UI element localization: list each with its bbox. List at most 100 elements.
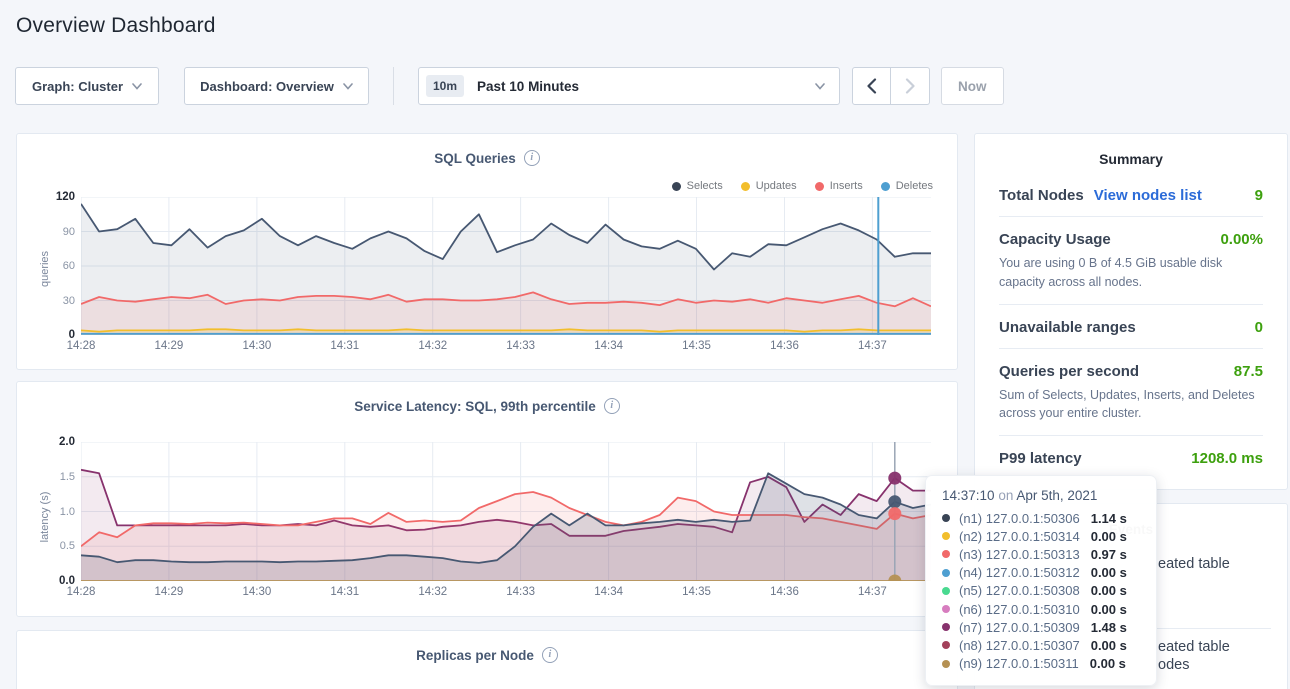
sql-queries-card: SQL Queries i Selects Updates Inserts Delet… (16, 133, 958, 370)
x-axis-tick: 14:29 (154, 586, 183, 598)
legend-dot (881, 182, 890, 191)
summary-value: 1208.0 ms (1191, 450, 1263, 467)
series-color-dot (942, 605, 950, 613)
time-nav-group (852, 67, 930, 105)
chart-tooltip: 14:37:10 on Apr 5th, 2021 (n1) 127.0.0.1… (925, 475, 1157, 686)
info-icon[interactable]: i (524, 150, 540, 166)
service-latency-chart[interactable] (81, 442, 931, 581)
page-title: Overview Dashboard (16, 14, 216, 38)
series-color-dot (942, 587, 950, 595)
tooltip-row: (n6) 127.0.0.1:503100.00 s (942, 600, 1142, 618)
sql-legend: Selects Updates Inserts Deletes (672, 180, 933, 192)
legend-dot (741, 182, 750, 191)
x-axis-tick: 14:34 (594, 340, 623, 352)
time-range-badge: 10m (426, 75, 464, 97)
series-color-dot (942, 623, 950, 631)
sql-queries-chart[interactable] (81, 197, 931, 335)
view-nodes-link[interactable]: View nodes list (1094, 187, 1202, 204)
sql-queries-title: SQL Queries (434, 151, 516, 166)
legend-dot (672, 182, 681, 191)
tooltip-row: (n2) 127.0.0.1:503140.00 s (942, 527, 1142, 545)
summary-title: Summary (975, 151, 1287, 167)
event-text-fragment: odes (1158, 657, 1189, 673)
tooltip-value: 0.97 s (1091, 547, 1127, 562)
x-axis-tick: 14:37 (858, 586, 887, 598)
x-axis-tick: 14:30 (242, 340, 271, 352)
dashboard-dropdown[interactable]: Dashboard: Overview (184, 67, 369, 105)
series-color-dot (942, 641, 950, 649)
overview-dashboard-page: Overview Dashboard Graph: Cluster Dashbo… (0, 0, 1290, 689)
x-axis-ticks: 14:2814:2914:3014:3114:3214:3314:3414:35… (81, 340, 931, 356)
y-axis-tick: 0.5 (60, 540, 75, 552)
x-axis-tick: 14:30 (242, 586, 271, 598)
tooltip-row: (n7) 127.0.0.1:503091.48 s (942, 618, 1142, 636)
event-text-fragment: eated table (1158, 556, 1230, 572)
legend-label: Inserts (830, 180, 863, 192)
y-axis-tick: 1.5 (60, 471, 75, 483)
x-axis-tick: 14:36 (770, 586, 799, 598)
legend-item-selects[interactable]: Selects (672, 180, 723, 192)
x-axis-tick: 14:28 (67, 586, 96, 598)
summary-label: Unavailable ranges (999, 319, 1136, 336)
tooltip-value: 0.00 s (1091, 602, 1127, 617)
service-latency-title-row: Service Latency: SQL, 99th percentile i (17, 398, 957, 414)
tooltip-rows: (n1) 127.0.0.1:503061.14 s(n2) 127.0.0.1… (942, 509, 1142, 673)
chevron-down-icon (343, 83, 353, 90)
tooltip-row: (n8) 127.0.0.1:503070.00 s (942, 636, 1142, 654)
event-text-fragment: eated table (1158, 639, 1230, 655)
summary-label: P99 latency (999, 450, 1082, 467)
summary-row: Queries per second87.5Sum of Selects, Up… (999, 348, 1263, 436)
chevron-down-icon (132, 83, 142, 90)
tooltip-time: 14:37:10 (942, 488, 995, 503)
series-color-dot (942, 660, 950, 668)
summary-panel: Summary Total NodesView nodes list9Capac… (974, 133, 1288, 490)
legend-item-inserts[interactable]: Inserts (815, 180, 863, 192)
y-axis-tick: 120 (56, 191, 75, 203)
time-prev-button[interactable] (852, 67, 891, 105)
info-icon[interactable]: i (542, 647, 558, 663)
y-axis-tick: 1.0 (60, 506, 75, 518)
summary-row: Unavailable ranges0 (999, 304, 1263, 348)
summary-value: 0.00% (1220, 231, 1263, 248)
summary-row: P99 latency 1208.0 ms (999, 435, 1263, 479)
x-axis-tick: 14:35 (682, 340, 711, 352)
tooltip-row: (n5) 127.0.0.1:503080.00 s (942, 582, 1142, 600)
tooltip-node: (n2) 127.0.0.1:50314 (959, 529, 1080, 544)
tooltip-row: (n1) 127.0.0.1:503061.14 s (942, 509, 1142, 527)
summary-value: 9 (1255, 187, 1263, 204)
info-icon[interactable]: i (604, 398, 620, 414)
tooltip-row: (n9) 127.0.0.1:50311 0.00 s (942, 655, 1142, 673)
now-button[interactable]: Now (941, 67, 1004, 105)
tooltip-value: 0.00 s (1090, 656, 1126, 671)
time-next-button[interactable] (891, 67, 930, 105)
x-axis-tick: 14:28 (67, 340, 96, 352)
legend-item-deletes[interactable]: Deletes (881, 180, 933, 192)
service-latency-title: Service Latency: SQL, 99th percentile (354, 399, 596, 414)
tooltip-row: (n3) 127.0.0.1:503130.97 s (942, 545, 1142, 563)
x-axis-tick: 14:31 (330, 340, 359, 352)
x-axis-tick: 14:32 (418, 340, 447, 352)
time-range-label: Past 10 Minutes (477, 79, 579, 94)
y-axis-tick: 2.0 (59, 436, 75, 448)
controls-divider (393, 67, 394, 105)
summary-value: 87.5 (1234, 363, 1263, 380)
series-color-dot (942, 569, 950, 577)
x-axis-tick: 14:35 (682, 586, 711, 598)
sql-queries-title-row: SQL Queries i (17, 150, 957, 166)
tooltip-node: (n4) 127.0.0.1:50312 (959, 565, 1080, 580)
graph-dropdown[interactable]: Graph: Cluster (15, 67, 159, 105)
chevron-down-icon (815, 83, 825, 90)
tooltip-value: 1.48 s (1091, 620, 1127, 635)
x-axis-tick: 14:29 (154, 340, 183, 352)
time-range-dropdown[interactable]: 10m Past 10 Minutes (418, 67, 840, 105)
tooltip-node: (n9) 127.0.0.1:50311 (959, 656, 1079, 671)
tooltip-value: 0.00 s (1091, 565, 1127, 580)
tooltip-value: 1.14 s (1091, 511, 1127, 526)
summary-desc: You are using 0 B of 4.5 GiB usable disk… (999, 254, 1263, 292)
chevron-left-icon (866, 78, 877, 94)
y-axis-tick: 90 (63, 226, 75, 238)
chevron-right-icon (905, 78, 916, 94)
tooltip-date: Apr 5th, 2021 (1016, 488, 1097, 503)
legend-item-updates[interactable]: Updates (741, 180, 797, 192)
legend-label: Selects (687, 180, 723, 192)
